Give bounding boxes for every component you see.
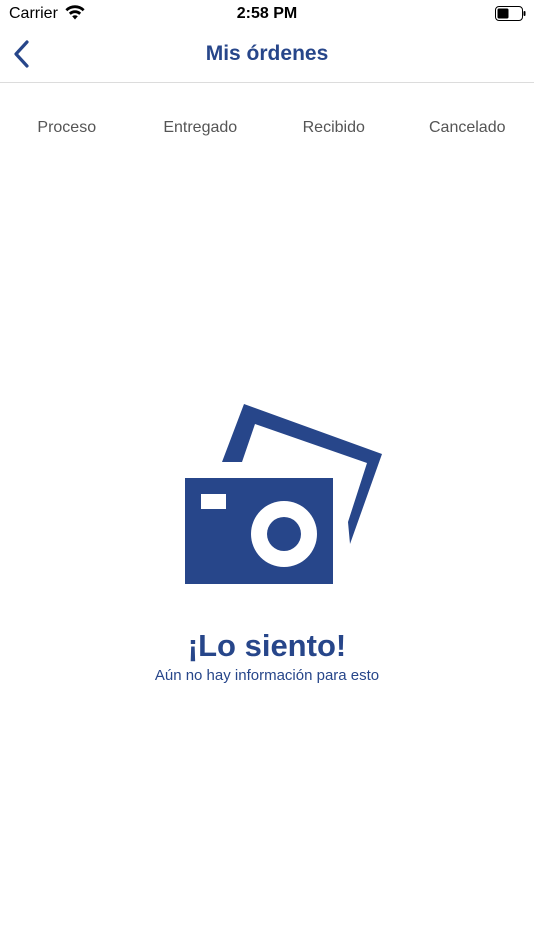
order-status-tabs: Proceso Entregado Recibido Cancelado	[0, 110, 534, 146]
empty-state-title: ¡Lo siento!	[187, 628, 347, 663]
tab-proceso[interactable]: Proceso	[0, 110, 134, 146]
battery-icon	[495, 6, 526, 21]
page-title: Mis órdenes	[205, 42, 329, 65]
status-time: 2:58 PM	[236, 5, 298, 22]
empty-state-subtitle: Aún no hay información para esto	[154, 667, 380, 684]
status-bar: Carrier 2:58 PM	[0, 0, 534, 28]
tab-cancelado[interactable]: Cancelado	[401, 110, 534, 146]
orders-screen: Carrier 2:58 PM Mis órdenes Proceso Entr…	[0, 0, 534, 950]
photo-camera-icon	[185, 404, 382, 584]
tab-entregado[interactable]: Entregado	[134, 110, 268, 146]
tab-recibido[interactable]: Recibido	[267, 110, 401, 146]
navigation-bar: Mis órdenes	[0, 28, 534, 83]
